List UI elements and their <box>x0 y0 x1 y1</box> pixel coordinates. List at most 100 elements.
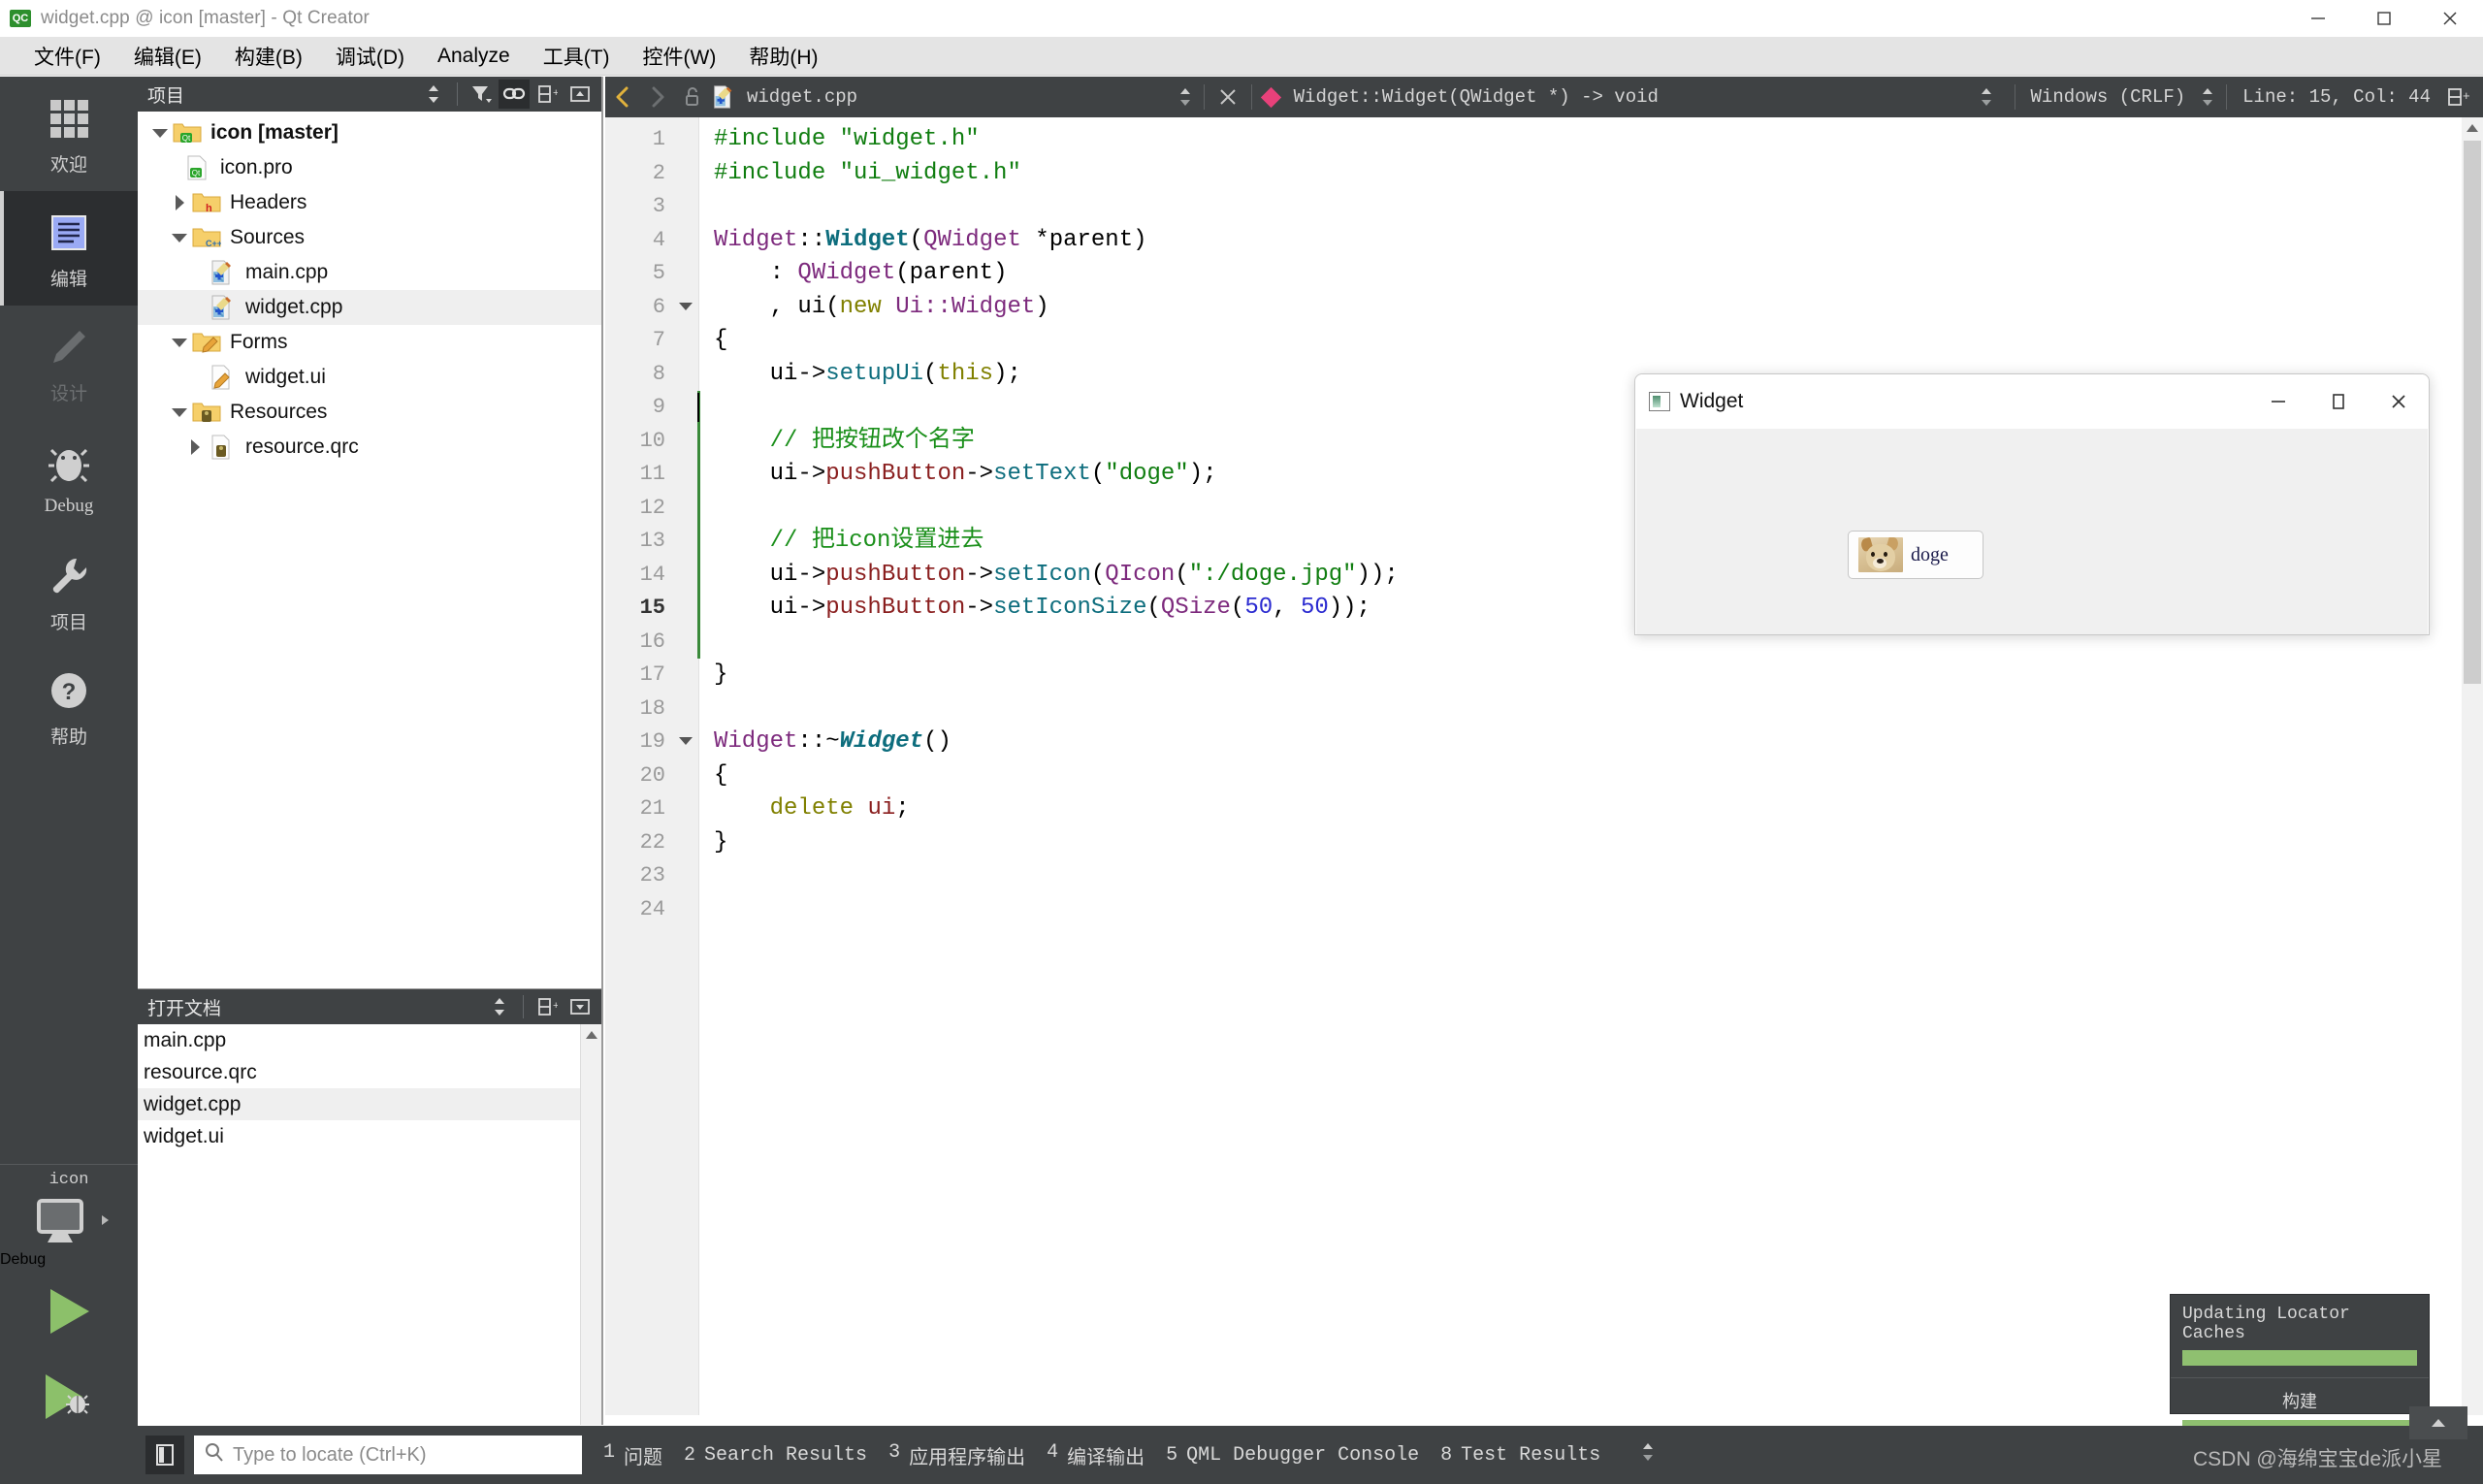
target-selector[interactable] <box>0 1191 138 1251</box>
navigate-back-button[interactable] <box>605 77 640 117</box>
code-line[interactable]: 2 #include "ui_widget.h" <box>605 157 2483 191</box>
chevron-right-icon[interactable] <box>167 195 192 210</box>
split-icon[interactable]: + <box>532 80 563 109</box>
menu-tools[interactable]: 工具(T) <box>527 40 627 73</box>
code-line[interactable]: 20 { <box>605 759 2483 793</box>
chevron-down-icon[interactable] <box>147 129 173 138</box>
line-number: 13 <box>639 529 665 553</box>
tree-item-pro-file[interactable]: Qt icon.pro <box>138 150 601 185</box>
output-pane-test-results[interactable]: 8 Test Results <box>1440 1444 1600 1467</box>
code-line[interactable]: 5 : QWidget(parent) <box>605 257 2483 291</box>
output-expand-button[interactable] <box>2409 1406 2467 1439</box>
code-line[interactable]: 4 Widget::Widget(QWidget *parent) <box>605 224 2483 258</box>
split-icon[interactable]: + <box>532 992 563 1021</box>
chevron-down-icon[interactable] <box>167 234 192 242</box>
close-button[interactable] <box>2417 0 2483 37</box>
sidebar-toggle-icon[interactable] <box>145 1436 184 1474</box>
menu-widgets[interactable]: 控件(W) <box>627 40 733 73</box>
mode-help[interactable]: ? 帮助 <box>0 649 138 763</box>
code-line[interactable]: 22} <box>605 826 2483 860</box>
tree-item-resource-qrc[interactable]: resource.qrc <box>138 430 601 465</box>
link-icon[interactable] <box>499 80 530 109</box>
tree-item-resources[interactable]: Resources <box>138 395 601 430</box>
chevron-down-icon[interactable] <box>167 339 192 347</box>
tree-item-project[interactable]: Qt icon [master] <box>138 115 601 150</box>
code-editor[interactable]: 1 #include "widget.h" 2 #include "ui_widget… <box>605 117 2483 1415</box>
mode-projects[interactable]: 项目 <box>0 534 138 649</box>
tree-item-headers[interactable]: h Headers <box>138 185 601 220</box>
symbol-selector[interactable]: Widget::Widget(QWidget *) -> void <box>1258 86 1659 108</box>
menu-debug[interactable]: 调试(D) <box>319 40 421 73</box>
line-ending-label[interactable]: Windows (CRLF) <box>2021 86 2196 108</box>
code-line[interactable]: 7{ <box>605 324 2483 358</box>
split-editor-button[interactable]: + <box>2440 77 2475 117</box>
sort-updown-icon[interactable] <box>484 992 515 1021</box>
output-pane-issues[interactable]: 1 问题 <box>603 1441 662 1469</box>
app-maximize-button[interactable] <box>2308 374 2369 429</box>
tree-item-widget-cpp[interactable]: widget.cpp <box>138 290 601 325</box>
code-line[interactable]: 1 #include "widget.h" <box>605 123 2483 157</box>
expand-icon[interactable] <box>564 992 596 1021</box>
open-doc-label: resource.qrc <box>144 1061 257 1083</box>
file-dropdown-icon[interactable] <box>1173 85 1198 109</box>
code-line[interactable]: 19 Widget::~Widget() <box>605 726 2483 759</box>
code-line[interactable]: 6 , ui(new Ui::Widget) <box>605 291 2483 325</box>
tree-item-main-cpp[interactable]: main.cpp <box>138 255 601 290</box>
doge-push-button[interactable]: doge <box>1848 531 1983 579</box>
line-ending-dropdown-icon[interactable] <box>2195 85 2220 109</box>
menu-analyze[interactable]: Analyze <box>421 43 527 70</box>
mode-design[interactable]: 设计 <box>0 306 138 420</box>
tree-item-forms[interactable]: Forms <box>138 325 601 360</box>
line-number: 22 <box>639 829 665 855</box>
menu-help[interactable]: 帮助(H) <box>732 40 834 73</box>
open-doc-main-cpp[interactable]: main.cpp <box>138 1024 601 1056</box>
fold-arrow-icon[interactable] <box>679 302 693 310</box>
mode-welcome[interactable]: 欢迎 <box>0 77 138 191</box>
menu-file[interactable]: 文件(F) <box>17 40 117 73</box>
output-pane-qml-debugger[interactable]: 5 QML Debugger Console <box>1166 1444 1419 1467</box>
tree-item-widget-ui[interactable]: widget.ui <box>138 360 601 395</box>
code-line[interactable]: 18 <box>605 693 2483 726</box>
pane-dropdown-icon[interactable] <box>1639 1440 1657 1470</box>
code-line[interactable]: 24 <box>605 893 2483 927</box>
filter-icon[interactable] <box>466 80 497 109</box>
lock-toggle-button[interactable] <box>675 77 710 117</box>
symbol-dropdown-icon[interactable] <box>1974 85 1999 109</box>
output-pane-compile-output[interactable]: 4 编译输出 <box>1047 1441 1145 1469</box>
code-line[interactable]: 21 delete ui; <box>605 792 2483 826</box>
code-line[interactable]: 17} <box>605 659 2483 693</box>
code-text-area[interactable]: 1 #include "widget.h" 2 #include "ui_widget… <box>605 117 2483 1415</box>
open-doc-resource-qrc[interactable]: resource.qrc <box>138 1056 601 1088</box>
close-document-button[interactable] <box>1210 77 1245 117</box>
sort-updown-icon[interactable] <box>418 80 449 109</box>
menu-edit[interactable]: 编辑(E) <box>117 40 218 73</box>
output-pane-search-results[interactable]: 2 Search Results <box>684 1444 867 1467</box>
app-minimize-button[interactable] <box>2248 374 2308 429</box>
collapse-icon[interactable] <box>564 80 596 109</box>
maximize-button[interactable] <box>2351 0 2417 37</box>
output-pane-app-output[interactable]: 3 应用程序输出 <box>888 1441 1025 1469</box>
chevron-down-icon[interactable] <box>167 408 192 417</box>
locator-input[interactable]: Type to locate (Ctrl+K) <box>194 1436 582 1474</box>
scrollbar-thumb[interactable] <box>2464 141 2481 684</box>
scroll-up-icon[interactable] <box>581 1024 601 1046</box>
mode-debug[interactable]: Debug <box>0 420 138 534</box>
open-doc-widget-ui[interactable]: widget.ui <box>138 1120 601 1152</box>
minimize-button[interactable] <box>2285 0 2351 37</box>
run-button[interactable] <box>0 1269 138 1354</box>
chevron-right-icon[interactable] <box>182 439 208 455</box>
open-documents-scrollbar[interactable] <box>580 1024 601 1425</box>
tree-item-sources[interactable]: C++ Sources <box>138 220 601 255</box>
scroll-up-icon[interactable] <box>2462 117 2483 139</box>
open-doc-widget-cpp[interactable]: widget.cpp <box>138 1088 601 1120</box>
app-close-button[interactable] <box>2369 374 2429 429</box>
mode-edit[interactable]: 编辑 <box>0 191 138 306</box>
code-line[interactable]: 23 <box>605 859 2483 893</box>
editor-vertical-scrollbar[interactable] <box>2462 117 2483 1415</box>
menu-build[interactable]: 构建(B) <box>218 40 319 73</box>
fold-arrow-icon[interactable] <box>679 737 693 745</box>
code-line[interactable]: 3 <box>605 190 2483 224</box>
running-app-window[interactable]: Widget doge <box>1634 373 2430 635</box>
current-file-selector[interactable]: widget.cpp <box>710 84 857 110</box>
navigate-forward-button[interactable] <box>640 77 675 117</box>
